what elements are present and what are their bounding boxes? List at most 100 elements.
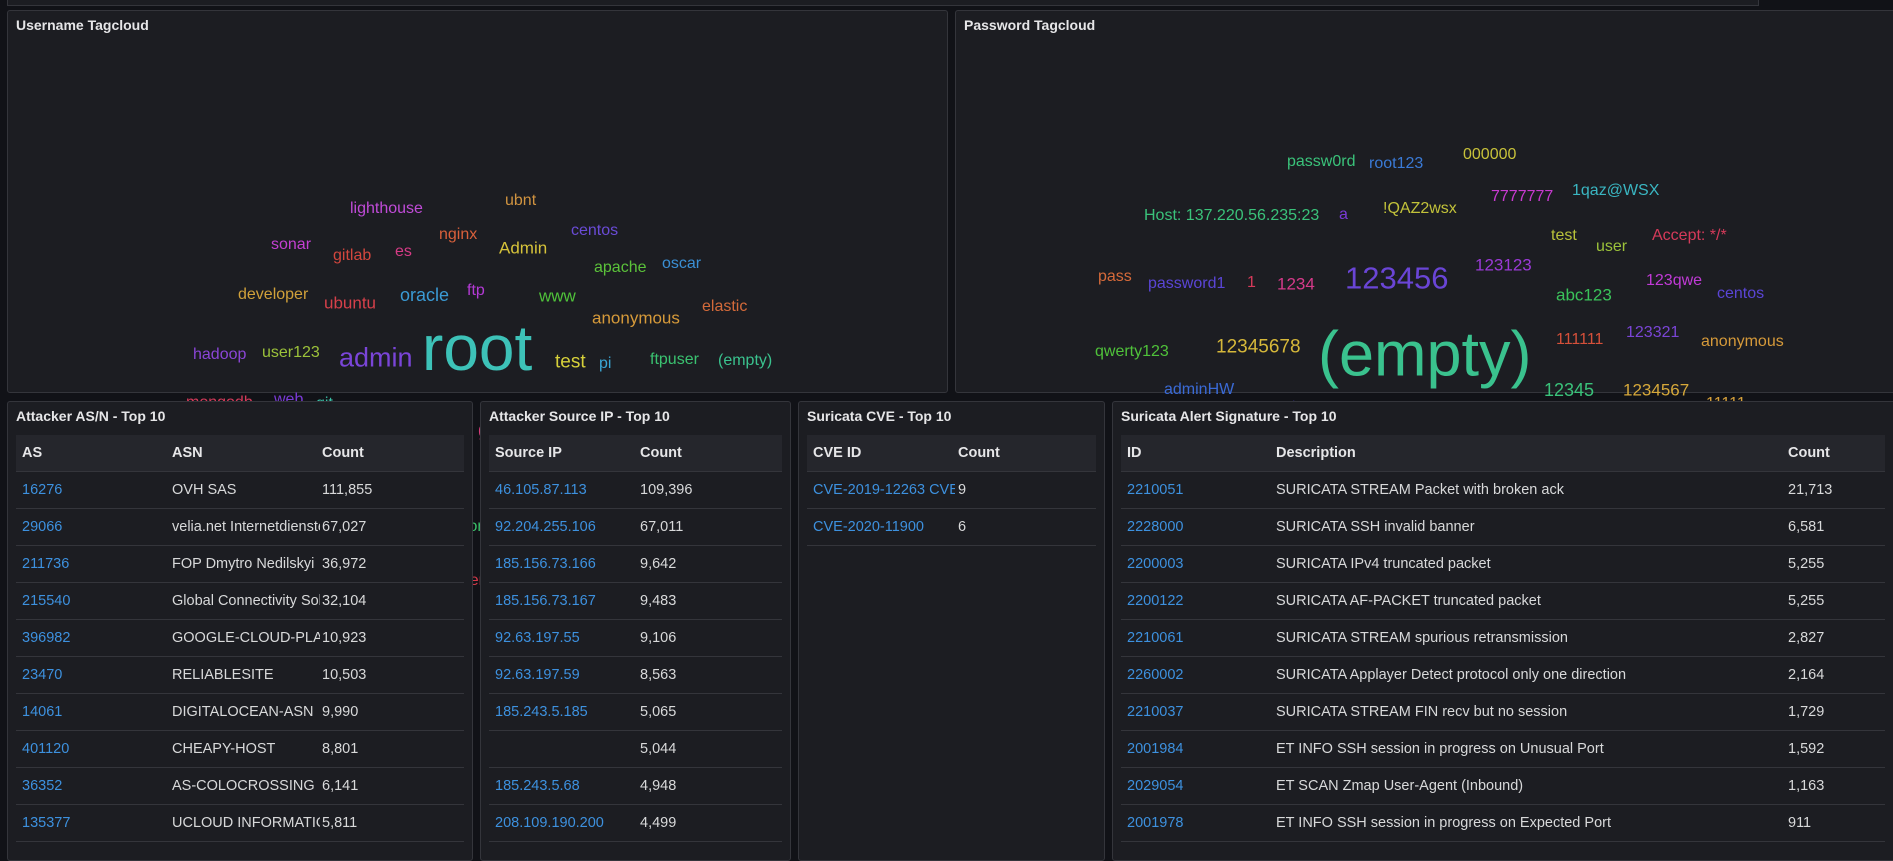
table-cell-link[interactable]: 2228000 xyxy=(1127,519,1267,535)
password-tag[interactable]: 1 xyxy=(1247,275,1256,291)
password-tag[interactable]: 123321 xyxy=(1626,325,1679,341)
column-header[interactable]: Description xyxy=(1276,445,1356,461)
table-cell-link[interactable]: 92.63.197.59 xyxy=(495,667,635,683)
password-tag[interactable]: 12345 xyxy=(1544,381,1594,399)
table-cell: SURICATA STREAM Packet with broken ack xyxy=(1276,482,1564,498)
table-cell-link[interactable]: 185.156.73.166 xyxy=(495,556,635,572)
password-tag[interactable]: Host: 137.220.56.235:23 xyxy=(1144,208,1319,224)
password-tag[interactable]: 123456 xyxy=(1345,263,1448,294)
column-header[interactable]: Count xyxy=(322,445,364,461)
table-cell-link[interactable]: 185.156.73.167 xyxy=(495,593,635,609)
table-cell-link[interactable]: 211736 xyxy=(22,556,167,572)
column-header[interactable]: CVE ID xyxy=(813,445,861,461)
username-tag[interactable]: apache xyxy=(594,260,647,276)
password-tag[interactable]: centos xyxy=(1717,286,1764,302)
username-tag[interactable]: centos xyxy=(571,223,618,239)
table-cell-link[interactable]: 92.63.197.55 xyxy=(495,630,635,646)
column-header[interactable]: Count xyxy=(640,445,682,461)
password-tag[interactable]: 1234567 xyxy=(1623,382,1689,399)
table-cell-link[interactable]: 14061 xyxy=(22,704,167,720)
username-tag[interactable]: user123 xyxy=(262,345,320,361)
table-cell-link[interactable]: 46.105.87.113 xyxy=(495,482,635,498)
table-cell-link[interactable]: CVE-2020-11900 xyxy=(813,519,955,535)
username-tag[interactable]: developer xyxy=(238,287,308,303)
username-tag[interactable]: ubuntu xyxy=(324,295,376,312)
column-header[interactable]: ASN xyxy=(172,445,203,461)
password-tag[interactable]: 12345678 xyxy=(1216,338,1301,357)
table-cell-link[interactable]: 208.109.190.200 xyxy=(495,815,635,831)
password-tag[interactable]: 7777777 xyxy=(1491,189,1553,205)
password-tag[interactable]: test xyxy=(1551,228,1577,244)
password-tag[interactable]: !QAZ2wsx xyxy=(1383,201,1457,217)
password-tag[interactable]: user xyxy=(1596,239,1627,255)
table-cell-link[interactable]: 2029054 xyxy=(1127,778,1267,794)
username-tag[interactable]: www xyxy=(539,288,576,305)
password-tag[interactable]: 1qaz@WSX xyxy=(1572,183,1659,199)
username-tag[interactable]: lighthouse xyxy=(350,201,423,217)
password-tag[interactable]: 123123 xyxy=(1475,257,1532,274)
username-tag[interactable]: gitlab xyxy=(333,248,371,264)
table-cell-link[interactable]: 36352 xyxy=(22,778,167,794)
table-cell-link[interactable]: 29066 xyxy=(22,519,167,535)
column-header[interactable]: AS xyxy=(22,445,42,461)
panel-title: Suricata Alert Signature - Top 10 xyxy=(1121,408,1337,424)
table-cell-link[interactable]: 92.204.255.106 xyxy=(495,519,635,535)
password-tag[interactable]: Accept: */* xyxy=(1652,228,1727,244)
password-tag[interactable]: passw0rd xyxy=(1287,154,1355,170)
table-cell-link[interactable]: 23470 xyxy=(22,667,167,683)
table-row: 46.105.87.113 109,396 xyxy=(489,472,782,509)
table-cell-link[interactable]: 401120 xyxy=(22,741,167,757)
table-cell-link[interactable]: 2210061 xyxy=(1127,630,1267,646)
table-cell-link[interactable]: 2001984 xyxy=(1127,741,1267,757)
username-tag[interactable]: sonar xyxy=(271,237,311,253)
password-tag[interactable]: a xyxy=(1339,207,1348,223)
table-cell-link[interactable]: 185.243.5.185 xyxy=(495,704,635,720)
password-tag[interactable]: 111111 xyxy=(1556,332,1603,348)
password-tag[interactable]: adminHW xyxy=(1164,382,1234,398)
table-cell-link[interactable]: 2200003 xyxy=(1127,556,1267,572)
table-cell-link[interactable]: 2260002 xyxy=(1127,667,1267,683)
column-header[interactable]: Count xyxy=(1788,445,1830,461)
table-cell-link[interactable]: 396982 xyxy=(22,630,167,646)
username-tag[interactable]: Admin xyxy=(499,240,547,257)
username-tag[interactable]: oracle xyxy=(400,286,449,304)
column-header[interactable]: ID xyxy=(1127,445,1142,461)
table-cell-link[interactable]: 185.243.5.68 xyxy=(495,778,635,794)
password-tag[interactable]: password1 xyxy=(1148,276,1225,292)
password-tag[interactable]: 123qwe xyxy=(1646,273,1702,289)
table-cell-link[interactable]: 16276 xyxy=(22,482,167,498)
username-tag[interactable]: es xyxy=(395,244,412,260)
table-cell-link[interactable]: 135377 xyxy=(22,815,167,831)
username-tag[interactable]: ftpuser xyxy=(650,352,699,368)
username-tag[interactable]: root xyxy=(422,316,532,380)
table-cell-link[interactable]: 2001978 xyxy=(1127,815,1267,831)
username-tag[interactable]: pi xyxy=(599,356,611,372)
password-tag[interactable]: (empty) xyxy=(1318,323,1532,387)
table-cell-link[interactable]: 2200122 xyxy=(1127,593,1267,609)
username-tag[interactable]: elastic xyxy=(702,299,747,315)
username-tag[interactable]: ftp xyxy=(467,283,485,299)
password-tag[interactable]: anonymous xyxy=(1701,334,1784,350)
table-row: 135377 UCLOUD INFORMATION5,811 xyxy=(16,805,464,842)
username-tag[interactable]: admin xyxy=(339,344,413,372)
username-tag[interactable]: test xyxy=(555,353,586,372)
table-cell-link[interactable]: CVE-2019-12263 CVE xyxy=(813,482,955,498)
username-tag[interactable]: hadoop xyxy=(193,347,246,363)
username-tag[interactable]: (empty) xyxy=(718,353,772,369)
password-tag[interactable]: 000000 xyxy=(1463,147,1516,163)
password-tag[interactable]: abc123 xyxy=(1556,287,1612,304)
table-cell: 10,923 xyxy=(322,630,367,646)
password-tag[interactable]: qwerty123 xyxy=(1095,344,1169,360)
username-tag[interactable]: anonymous xyxy=(592,310,680,327)
table-cell-link[interactable]: 215540 xyxy=(22,593,167,609)
table-cell-link[interactable]: 2210037 xyxy=(1127,704,1267,720)
username-tag[interactable]: nginx xyxy=(439,227,477,243)
username-tag[interactable]: oscar xyxy=(662,256,701,272)
username-tag[interactable]: ubnt xyxy=(505,193,536,209)
password-tag[interactable]: root123 xyxy=(1369,156,1423,172)
column-header[interactable]: Count xyxy=(958,445,1000,461)
password-tag[interactable]: pass xyxy=(1098,269,1132,285)
column-header[interactable]: Source IP xyxy=(495,445,562,461)
table-cell-link[interactable]: 2210051 xyxy=(1127,482,1267,498)
password-tag[interactable]: 1234 xyxy=(1277,276,1315,293)
